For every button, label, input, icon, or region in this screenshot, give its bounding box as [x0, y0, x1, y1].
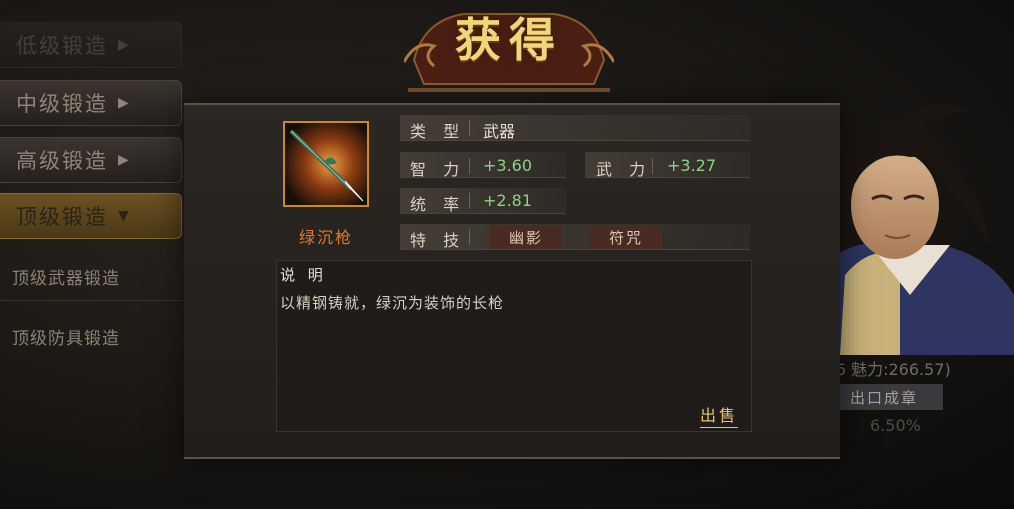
divider: [469, 229, 470, 245]
force-label: 武 力: [596, 160, 652, 179]
forge-menu: 低级锻造 ▶ 中级锻造 ▶ 高级锻造 ▶ 顶级锻造 ▼ 顶级武器锻造 顶级防具锻…: [0, 0, 184, 509]
submenu-top-weapon-forge[interactable]: 顶级武器锻造: [12, 264, 120, 289]
triangle-right-icon: ▶: [118, 37, 131, 53]
skill-label: 特 技: [410, 231, 466, 250]
menu-item-label: 低级锻造: [16, 34, 108, 58]
menu-item-low-forge[interactable]: 低级锻造 ▶: [0, 22, 182, 68]
menu-item-mid-forge[interactable]: 中级锻造 ▶: [0, 80, 182, 126]
background-skill-button: 出口成章: [825, 384, 943, 410]
menu-item-label: 高级锻造: [16, 149, 108, 173]
command-value: +2.81: [483, 191, 533, 210]
divider: [469, 120, 470, 136]
intelligence-label: 智 力: [410, 160, 466, 179]
command-label: 统 率: [410, 195, 466, 214]
menu-item-top-forge[interactable]: 顶级锻造 ▼: [0, 193, 182, 239]
menu-item-high-forge[interactable]: 高级锻造 ▶: [0, 137, 182, 183]
force-value: +3.27: [667, 156, 717, 175]
type-label: 类 型: [410, 122, 466, 141]
type-value: 武器: [483, 122, 516, 141]
divider: [469, 158, 470, 174]
menu-item-label: 中级锻造: [16, 92, 108, 116]
dialog-title: 获得: [455, 13, 563, 67]
menu-item-label: 顶级锻造: [16, 205, 108, 229]
description-text: 以精钢铸就，绿沉为装饰的长枪: [280, 294, 505, 312]
skill-tag-ghost-shadow[interactable]: 幽影: [490, 225, 562, 249]
spear-icon: [285, 123, 367, 205]
background-stat-percent: 6.50%: [870, 416, 921, 435]
submenu-top-armor-forge[interactable]: 顶级防具锻造: [12, 324, 120, 349]
triangle-down-icon: ▼: [118, 208, 131, 224]
divider: [469, 193, 470, 209]
item-icon-frame[interactable]: [283, 121, 369, 207]
description-title: 说 明: [280, 266, 327, 284]
skill-tag-talisman[interactable]: 符咒: [590, 225, 662, 249]
description-panel: [276, 260, 752, 432]
sell-button[interactable]: 出售: [700, 402, 739, 428]
intelligence-value: +3.60: [483, 156, 533, 175]
triangle-right-icon: ▶: [118, 152, 131, 168]
item-name: 绿沉枪: [298, 228, 353, 247]
triangle-right-icon: ▶: [118, 95, 131, 111]
menu-divider: [0, 300, 182, 301]
divider: [652, 158, 653, 174]
